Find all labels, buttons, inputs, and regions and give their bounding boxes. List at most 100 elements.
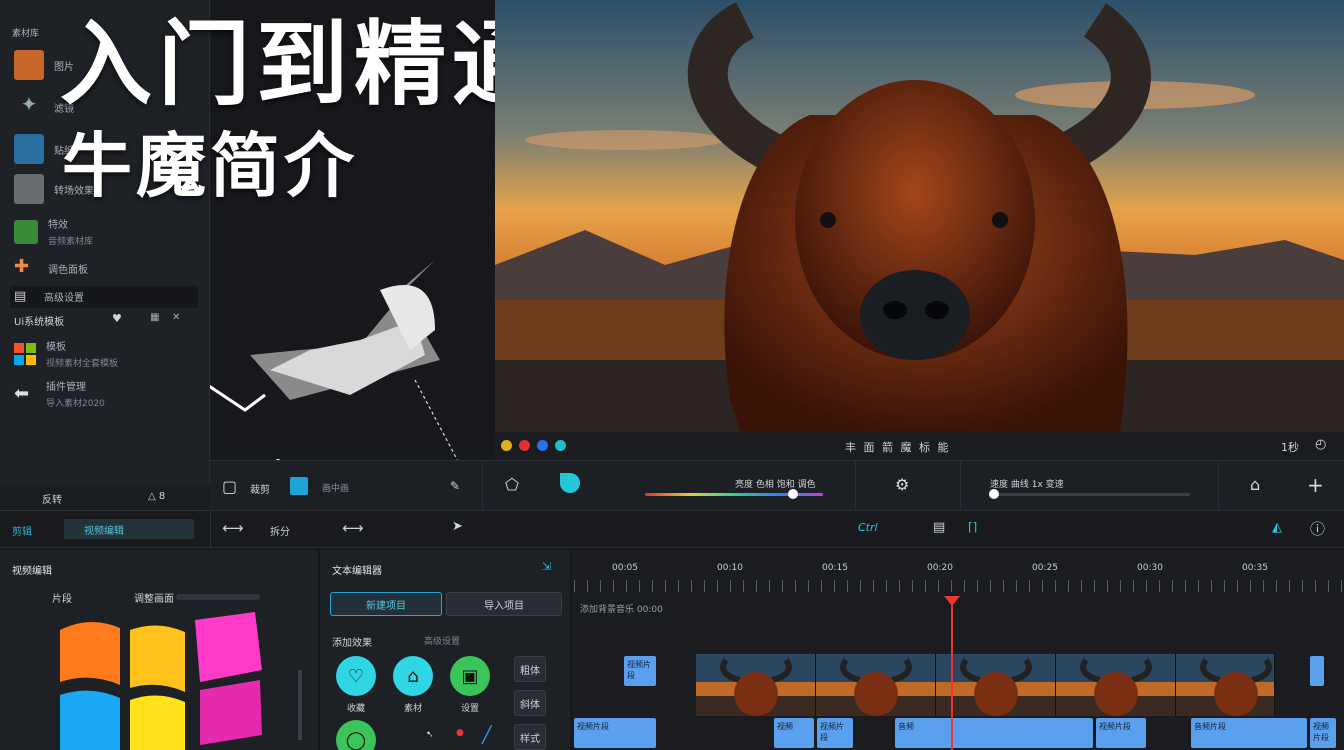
template-item[interactable]: 模板 视频素材全套模板: [14, 338, 118, 369]
video-frame[interactable]: [816, 654, 936, 716]
heart-icon: ♡: [336, 656, 376, 696]
pin-icon[interactable]: ⇲: [542, 560, 551, 573]
grid-icon[interactable]: ▦: [150, 312, 159, 323]
clip-label: 片段: [52, 594, 72, 605]
triangle-button[interactable]: △ 8: [148, 491, 165, 502]
reverse-button[interactable]: 反转: [42, 491, 62, 506]
tab-video-edit[interactable]: 视频编辑: [64, 519, 194, 539]
template-item[interactable]: ⬅ 插件管理 导入素材2020: [14, 378, 105, 409]
pip-icon[interactable]: [290, 477, 308, 495]
color-dot-red[interactable]: [519, 440, 530, 451]
clip[interactable]: 视频片段: [817, 718, 853, 748]
clip[interactable]: 视频片段: [1096, 718, 1146, 748]
info-icon[interactable]: ⓘ: [1310, 518, 1325, 539]
main-toolbar: 剪辑 视频编辑 ⟷ 拆分 ⟷ ➤ Ctrl ▤ ⌈⌉ ◭ ⓘ: [0, 510, 1344, 549]
style-button[interactable]: 样式: [514, 724, 546, 750]
logo-label: Ctrl: [858, 521, 878, 534]
marker-icon[interactable]: ⌈⌉: [968, 520, 977, 534]
asset-effect[interactable]: ⌂ 素材: [393, 656, 433, 715]
settings-icon[interactable]: ⚙: [895, 475, 909, 494]
palette-icon: ✚: [14, 256, 30, 277]
settings-icon: ▤: [14, 289, 27, 304]
search-icon[interactable]: ◯: [336, 720, 376, 750]
video-frame[interactable]: [1056, 654, 1176, 716]
crop-icon[interactable]: ▢: [222, 477, 237, 496]
windows-icon: [14, 342, 36, 365]
color-dot-yellow[interactable]: [501, 440, 512, 451]
clip[interactable]: 视频: [774, 718, 814, 748]
windows-3d-icon: [60, 612, 262, 750]
video-frame[interactable]: [696, 654, 816, 716]
playhead[interactable]: [951, 600, 953, 750]
color-dot-cyan[interactable]: [555, 440, 566, 451]
clip[interactable]: 音频: [895, 718, 1093, 748]
settings-icon: ▣: [450, 656, 490, 696]
clip[interactable]: 音频片段: [1191, 718, 1307, 748]
asset-item[interactable]: ✚ 调色面板: [14, 256, 88, 280]
edit-panel: 视频编辑 片段 调整画面: [0, 550, 318, 750]
add-icon[interactable]: +: [1307, 473, 1324, 497]
cursor-icon[interactable]: ➤: [452, 519, 463, 534]
home-icon[interactable]: ⌂: [1250, 475, 1260, 494]
section-right-label: 高级设置: [424, 637, 461, 647]
clip[interactable]: 视频片段: [1310, 718, 1336, 748]
effect-icon: [14, 219, 38, 244]
video-frame[interactable]: [936, 654, 1056, 716]
image-icon: [14, 50, 44, 80]
color-dots: [501, 440, 566, 451]
import-project-button[interactable]: 导入项目: [446, 592, 562, 616]
fill-icon[interactable]: ◭: [1272, 520, 1282, 535]
layers-icon[interactable]: ⬠: [505, 475, 519, 494]
brush-icon[interactable]: ╱: [482, 725, 492, 744]
video-frame[interactable]: [1176, 654, 1275, 716]
clip[interactable]: [1310, 656, 1324, 686]
tab-edit[interactable]: 剪辑: [12, 523, 32, 538]
adjust-label: 调整画面: [134, 594, 174, 605]
speed-slider[interactable]: [990, 493, 1190, 496]
shape-icon[interactable]: [560, 473, 580, 493]
crop-label: 裁剪: [250, 485, 270, 496]
asset-tab[interactable]: 素材库: [12, 26, 39, 39]
arrow-icon[interactable]: ➷: [426, 730, 434, 740]
expand-icon[interactable]: ⟷: [222, 519, 244, 537]
pen-icon[interactable]: ✎: [450, 479, 460, 493]
heart-icon[interactable]: ♥: [112, 312, 122, 325]
home-icon: ⌂: [393, 656, 433, 696]
record-icon[interactable]: ●: [456, 728, 464, 738]
ruler-label: 00:10: [717, 563, 743, 573]
new-project-button[interactable]: 新建项目: [330, 592, 442, 616]
playback-controls[interactable]: 丰 面 箭 魔 标 能: [845, 439, 950, 455]
audio-track-label: 添加背景音乐 00:00: [580, 605, 663, 615]
bold-button[interactable]: 粗体: [514, 656, 546, 682]
panel-title: 文本编辑器: [332, 566, 382, 577]
close-icon[interactable]: ✕: [172, 312, 180, 323]
clip[interactable]: 视频片段: [624, 656, 656, 686]
ruler-label: 00:30: [1137, 563, 1163, 573]
playhead-handle[interactable]: [944, 596, 960, 606]
video-preview[interactable]: [495, 0, 1344, 432]
swap-icon[interactable]: ⟷: [342, 519, 364, 537]
favorite-effect[interactable]: ♡ 收藏: [336, 656, 376, 715]
clip[interactable]: 视频片段: [574, 718, 656, 748]
section-label: 添加效果: [332, 638, 372, 649]
overlay-title: 入门到精通: [60, 11, 551, 118]
preview-bar: 丰 面 箭 魔 标 能 1秒 ◴: [495, 432, 1344, 460]
ruler-label: 00:20: [927, 563, 953, 573]
italic-button[interactable]: 斜体: [514, 690, 546, 716]
settings-effect[interactable]: ▣ 设置: [450, 656, 490, 715]
color-dot-blue[interactable]: [537, 440, 548, 451]
ruler-ticks[interactable]: [574, 580, 1344, 592]
scrollbar[interactable]: [298, 670, 302, 740]
adjust-slider[interactable]: [176, 594, 260, 600]
color-slider-knob[interactable]: [787, 489, 798, 499]
asset-item[interactable]: ▤ 高级设置: [14, 289, 84, 304]
speed-slider-knob[interactable]: [989, 489, 999, 499]
list-icon[interactable]: ▤: [933, 520, 945, 535]
split-label[interactable]: 拆分: [270, 523, 290, 538]
bull-image: [495, 0, 1344, 432]
ruler-label: 00:25: [1032, 563, 1058, 573]
ruler-label: 00:15: [822, 563, 848, 573]
filter-icon: ✦: [20, 92, 38, 116]
clock-icon[interactable]: ◴: [1315, 437, 1326, 452]
asset-item[interactable]: 特效 音频素材库: [14, 216, 93, 247]
